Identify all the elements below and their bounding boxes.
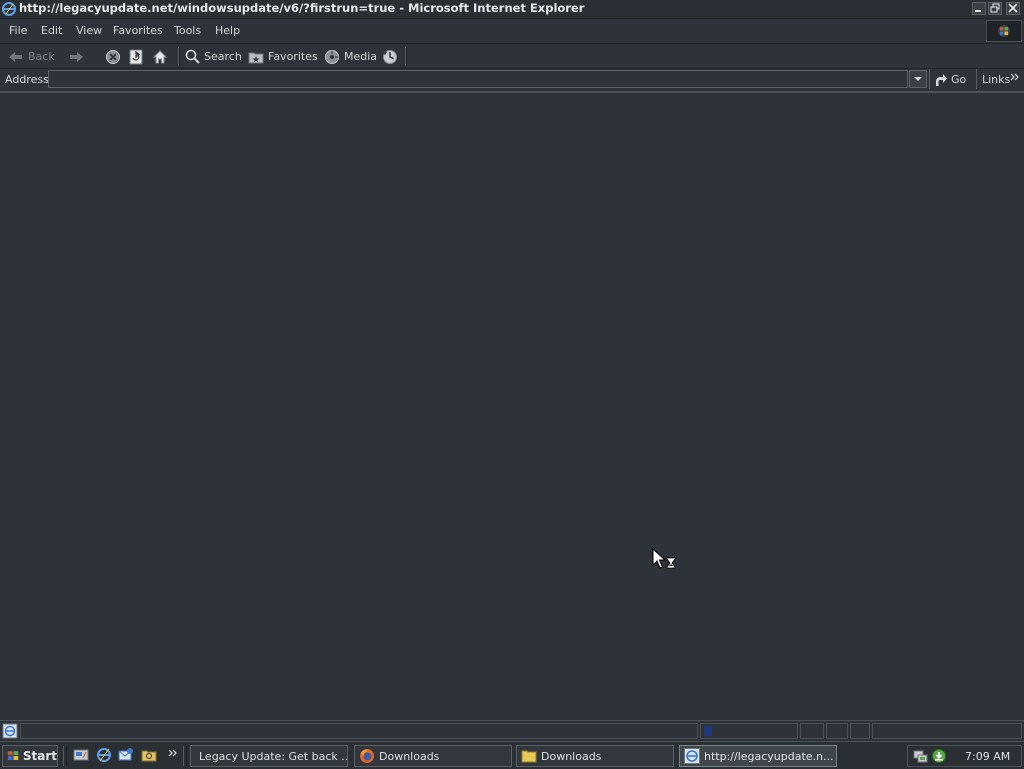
internet-explorer-icon[interactable]: [96, 747, 112, 763]
close-button[interactable]: [1006, 2, 1020, 15]
back-arrow-icon: [9, 51, 22, 62]
show-desktop-icon[interactable]: [73, 747, 89, 763]
ie-icon: [684, 748, 700, 764]
history-button[interactable]: [382, 48, 398, 65]
links-toolbar-button[interactable]: Links: [982, 73, 1010, 86]
taskbar-button-legacy-update[interactable]: Legacy Update: Get back ...: [190, 745, 348, 767]
status-panel: [826, 723, 848, 739]
search-folder-icon[interactable]: [141, 747, 157, 763]
menu-view[interactable]: View: [76, 24, 102, 37]
toolbar-separator: [178, 47, 179, 66]
address-input[interactable]: [48, 70, 908, 88]
media-label: Media: [344, 50, 378, 63]
stop-icon: [106, 49, 120, 64]
start-label: Start: [22, 749, 57, 763]
task-label: Downloads: [379, 749, 440, 763]
menu-tools[interactable]: Tools: [174, 24, 201, 37]
forward-button[interactable]: [68, 48, 84, 65]
windows-logo-throbber: [986, 20, 1022, 42]
menu-favorites[interactable]: Favorites: [113, 24, 163, 37]
title-bar[interactable]: http://legacyupdate.net/windowsupdate/v6…: [0, 0, 1024, 19]
windows-flag-icon: [7, 751, 19, 761]
chevron-right-double-icon[interactable]: [1010, 72, 1020, 82]
start-button[interactable]: Start: [2, 745, 58, 767]
back-button[interactable]: Back: [8, 48, 55, 65]
media-button[interactable]: Media: [324, 48, 377, 65]
window-title: http://legacyupdate.net/windowsupdate/v6…: [19, 1, 585, 15]
task-label: Legacy Update: Get back ...: [199, 749, 348, 763]
links-separator: [976, 69, 977, 89]
busy-cursor-icon: [652, 548, 676, 569]
taskbar-button-downloads-firefox[interactable]: Downloads: [354, 745, 512, 767]
search-label: Search: [204, 50, 242, 63]
refresh-icon: [129, 49, 143, 64]
menu-edit[interactable]: Edit: [41, 24, 62, 37]
home-button[interactable]: [152, 48, 168, 65]
firefox-icon: [360, 749, 374, 763]
favorites-button[interactable]: Favorites: [248, 48, 318, 65]
search-button[interactable]: Search: [185, 48, 242, 65]
go-button[interactable]: Go: [934, 71, 966, 88]
ie-icon: [2, 2, 16, 16]
windows-logo-icon: [998, 25, 1010, 37]
chevron-down-icon: [914, 77, 922, 81]
menu-file[interactable]: File: [9, 24, 27, 37]
restore-icon: [990, 3, 1000, 13]
menu-bar: File Edit View Favorites Tools Help: [0, 19, 1024, 44]
folder-icon: [521, 750, 537, 763]
go-label: Go: [951, 73, 967, 86]
back-label: Back: [28, 50, 55, 63]
status-panel: [800, 723, 824, 739]
taskbar-grip: [63, 746, 67, 766]
page-status-icon: [2, 723, 18, 739]
address-label: Address: [5, 73, 49, 86]
forward-arrow-icon: [70, 51, 83, 62]
standard-toolbar: Back Search Favorites Media: [0, 44, 1024, 101]
stop-button[interactable]: [105, 48, 121, 65]
clock: 7:09 AM: [965, 750, 1011, 763]
taskbar-button-internet-explorer[interactable]: http://legacyupdate.n...: [679, 745, 837, 767]
taskbar-button-downloads-folder[interactable]: Downloads: [516, 745, 674, 767]
status-text-panel: [20, 723, 698, 739]
minimize-icon: [975, 10, 981, 12]
address-dropdown-button[interactable]: [909, 70, 927, 88]
refresh-button[interactable]: [129, 48, 143, 65]
status-bar: [0, 720, 1024, 741]
toolbar-separator: [405, 47, 406, 66]
taskbar: Start Legacy Update: Get back ... Downlo…: [0, 741, 1024, 769]
home-icon: [152, 49, 168, 63]
zone-panel: [872, 723, 1022, 739]
task-label: http://legacyupdate.n...: [704, 749, 834, 763]
progress-panel: [700, 723, 798, 739]
minimize-button[interactable]: [972, 2, 986, 15]
page-content-area[interactable]: [0, 93, 1024, 720]
task-label: Downloads: [541, 749, 602, 763]
close-icon: [1008, 3, 1018, 13]
history-icon: [383, 49, 397, 64]
network-tray-icon[interactable]: [913, 748, 929, 764]
progress-fill: [704, 726, 712, 736]
favorites-label: Favorites: [268, 50, 318, 63]
update-tray-icon[interactable]: [931, 748, 947, 764]
outlook-express-icon[interactable]: [118, 747, 134, 763]
address-separator: [929, 69, 930, 89]
quicklaunch-more-icon[interactable]: [168, 748, 178, 758]
status-panel: [850, 723, 870, 739]
favorites-folder-icon: [248, 52, 264, 63]
search-icon: [185, 49, 200, 64]
media-icon: [325, 49, 339, 64]
address-bar: Address Go Links: [0, 69, 1024, 93]
taskbar-grip: [183, 746, 187, 766]
restore-button[interactable]: [988, 2, 1002, 15]
menu-help[interactable]: Help: [215, 24, 240, 37]
go-arrow-icon: [936, 73, 947, 86]
